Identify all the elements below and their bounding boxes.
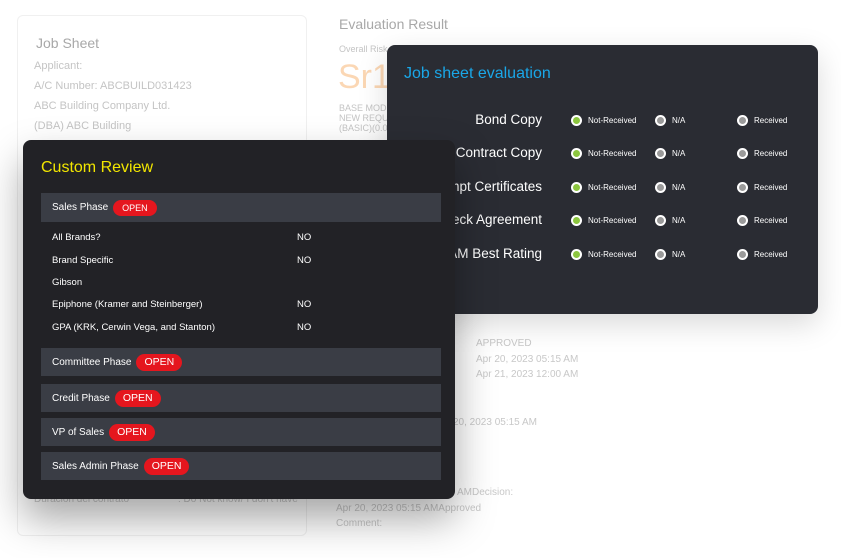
radio-label: Not-Received bbox=[588, 216, 637, 225]
radio-label: N/A bbox=[672, 250, 686, 259]
status-badge: OPEN bbox=[136, 353, 183, 371]
radio-label: Received bbox=[754, 250, 788, 259]
radio-label: Not-Received bbox=[588, 149, 637, 158]
radio-received[interactable]: Received bbox=[737, 182, 787, 193]
radio-n-a[interactable]: N/A bbox=[655, 215, 685, 226]
question-label: Gibson bbox=[52, 277, 83, 288]
dba-name: (DBA) ABC Building bbox=[34, 120, 132, 132]
evaluation-row-label: Bond Copy bbox=[475, 112, 542, 127]
radio-selected-icon bbox=[571, 148, 582, 159]
radio-unselected-icon bbox=[655, 115, 666, 126]
status-badge: OPEN bbox=[113, 199, 157, 216]
evaluation-row: Bond Copy Not-Received N/A Received bbox=[387, 112, 818, 132]
job-sheet-evaluation-title: Job sheet evaluation bbox=[404, 65, 551, 82]
radio-label: Not-Received bbox=[588, 183, 637, 192]
radio-unselected-icon bbox=[737, 215, 748, 226]
evaluation-row-label: AM Best Rating bbox=[448, 246, 542, 261]
radio-label: N/A bbox=[672, 216, 686, 225]
radio-received[interactable]: Received bbox=[737, 215, 787, 226]
status-badge: OPEN bbox=[109, 423, 155, 441]
phase-label: Sales Phase bbox=[52, 202, 109, 213]
overall-risk-label: Overall Risk bbox=[339, 44, 388, 54]
radio-label: Received bbox=[754, 183, 788, 192]
radio-received[interactable]: Received bbox=[737, 115, 787, 126]
radio-n-a[interactable]: N/A bbox=[655, 182, 685, 193]
custom-review-title: Custom Review bbox=[41, 159, 154, 176]
overall-risk-value: Sr1 bbox=[338, 58, 391, 96]
radio-not-received[interactable]: Not-Received bbox=[571, 249, 636, 260]
radio-unselected-icon bbox=[737, 182, 748, 193]
radio-n-a[interactable]: N/A bbox=[655, 115, 685, 126]
phase-sales[interactable]: Sales Phase OPEN bbox=[41, 193, 441, 222]
radio-unselected-icon bbox=[655, 182, 666, 193]
radio-not-received[interactable]: Not-Received bbox=[571, 215, 636, 226]
radio-unselected-icon bbox=[655, 215, 666, 226]
phase-label: Sales Admin Phase bbox=[52, 460, 139, 472]
question-label: All Brands? bbox=[52, 232, 101, 243]
radio-not-received[interactable]: Not-Received bbox=[571, 182, 636, 193]
radio-received[interactable]: Received bbox=[737, 249, 787, 260]
radio-received[interactable]: Received bbox=[737, 148, 787, 159]
radio-label: N/A bbox=[672, 183, 686, 192]
applicant-label: Applicant: bbox=[34, 60, 83, 72]
phase-credit[interactable]: Credit Phase OPEN bbox=[41, 384, 441, 412]
decision-label: AMDecision: bbox=[457, 487, 514, 498]
phase-label: Committee Phase bbox=[52, 356, 132, 368]
radio-label: N/A bbox=[672, 149, 686, 158]
approval-date: Apr 20, 2023 05:15 AM bbox=[476, 354, 579, 365]
radio-label: Not-Received bbox=[588, 116, 637, 125]
radio-not-received[interactable]: Not-Received bbox=[571, 115, 636, 126]
evaluation-row-label: Contract Copy bbox=[455, 145, 542, 160]
history-date: 20, 2023 05:15 AM bbox=[453, 417, 537, 428]
expiry-date: Apr 21, 2023 12:00 AM bbox=[476, 369, 579, 380]
approval-status: APPROVED bbox=[476, 338, 532, 349]
radio-unselected-icon bbox=[737, 249, 748, 260]
radio-selected-icon bbox=[571, 215, 582, 226]
question-label: Brand Specific bbox=[52, 255, 114, 266]
phase-sales-admin[interactable]: Sales Admin Phase OPEN bbox=[41, 452, 441, 480]
radio-selected-icon bbox=[571, 115, 582, 126]
radio-label: Not-Received bbox=[588, 250, 637, 259]
custom-review-panel: Custom Review Sales Phase OPEN All Brand… bbox=[23, 140, 455, 499]
phase-label: Credit Phase bbox=[52, 392, 110, 404]
radio-unselected-icon bbox=[655, 249, 666, 260]
status-badge: OPEN bbox=[143, 457, 190, 475]
answer-value: NO bbox=[297, 232, 312, 243]
radio-not-received[interactable]: Not-Received bbox=[571, 148, 636, 159]
radio-label: Received bbox=[754, 116, 788, 125]
base-line: BASE MODEL bbox=[339, 103, 389, 113]
radio-n-a[interactable]: N/A bbox=[655, 249, 685, 260]
radio-selected-icon bbox=[571, 249, 582, 260]
approved-line: Apr 20, 2023 05:15 AMApproved bbox=[336, 503, 482, 514]
phase-committee[interactable]: Committee Phase OPEN bbox=[41, 348, 441, 376]
radio-label: Received bbox=[754, 216, 788, 225]
answer-value: NO bbox=[297, 255, 312, 266]
radio-unselected-icon bbox=[655, 148, 666, 159]
radio-selected-icon bbox=[571, 182, 582, 193]
ac-number: A/C Number: ABCBUILD031423 bbox=[34, 80, 192, 92]
evaluation-title: Evaluation Result bbox=[339, 16, 448, 32]
question-label: GPA (KRK, Cerwin Vega, and Stanton) bbox=[52, 322, 215, 333]
base-line: (BASIC)(0.0 bbox=[339, 123, 388, 133]
question-label: Epiphone (Kramer and Steinberger) bbox=[52, 299, 203, 310]
phase-vp-of-sales[interactable]: VP of Sales OPEN bbox=[41, 418, 441, 446]
radio-label: N/A bbox=[672, 116, 686, 125]
base-model-text: BASE MODEL NEW REQUEST (BASIC)(0.0 bbox=[339, 103, 389, 133]
base-line: NEW REQUEST bbox=[339, 113, 389, 123]
job-sheet-title: Job Sheet bbox=[36, 35, 100, 51]
radio-label: Received bbox=[754, 149, 788, 158]
status-badge: OPEN bbox=[114, 389, 161, 407]
phase-label: VP of Sales bbox=[52, 426, 105, 438]
company-name: ABC Building Company Ltd. bbox=[34, 100, 171, 112]
comment-label: Comment: bbox=[336, 518, 383, 529]
answer-value: NO bbox=[297, 299, 312, 310]
radio-unselected-icon bbox=[737, 115, 748, 126]
radio-n-a[interactable]: N/A bbox=[655, 148, 685, 159]
radio-unselected-icon bbox=[737, 148, 748, 159]
answer-value: NO bbox=[297, 322, 312, 333]
